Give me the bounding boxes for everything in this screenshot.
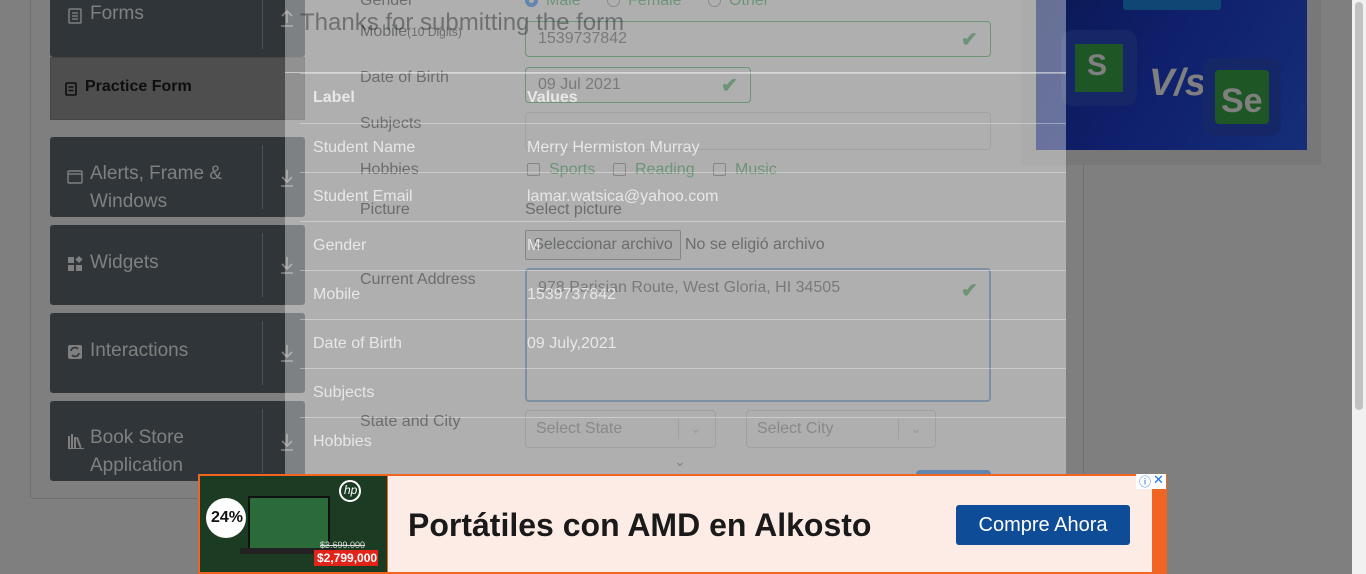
modal-table-header: Label Values xyxy=(300,73,1066,123)
info-icon[interactable]: ⓘ xyxy=(1139,473,1151,490)
banner-headline: Portátiles con AMD en Alkosto xyxy=(408,507,872,543)
laptop-image: 24% hp $3.699.000 $2,799,000 xyxy=(200,476,387,572)
table-row: Date of Birth 09 July,2021 xyxy=(300,319,1066,369)
discount-text: 24% xyxy=(211,509,244,526)
table-row: Student Email lamar.watsica@yahoo.com xyxy=(300,172,1066,222)
close-icon[interactable]: ✕ xyxy=(1153,472,1164,488)
row-value: 1539737842 xyxy=(527,286,616,303)
table-row: Student Name Merry Hermiston Murray xyxy=(300,123,1066,173)
row-label: Date of Birth xyxy=(313,335,402,352)
shop-now-button[interactable]: Compre Ahora xyxy=(956,505,1130,545)
row-label: Subjects xyxy=(313,384,375,401)
discount-badge: 24% xyxy=(206,498,246,538)
old-price: $3.699.000 xyxy=(320,540,366,550)
hp-logo: hp xyxy=(339,480,361,502)
price-tag: $2,799,000 xyxy=(314,550,378,566)
table-row: Mobile 1539737842 xyxy=(300,270,1066,320)
table-row: Hobbies xyxy=(300,417,1066,474)
row-value: lamar.watsica@yahoo.com xyxy=(527,188,719,205)
ad-choices[interactable]: ⓘ ✕ xyxy=(1136,472,1166,490)
table-row: Subjects xyxy=(300,368,1066,418)
new-price: $2,799,000 xyxy=(317,551,378,565)
row-value: 09 July,2021 xyxy=(527,335,617,352)
modal-title: Thanks for submitting the form xyxy=(300,9,625,36)
banner-panel: Portátiles con AMD en Alkosto Compre Aho… xyxy=(388,476,1152,572)
row-value: M xyxy=(527,237,541,254)
laptop-screen xyxy=(248,496,330,552)
row-label: Student Email xyxy=(313,188,413,205)
header-label: Label xyxy=(313,89,355,106)
row-label: Student Name xyxy=(313,139,416,156)
row-value: Merry Hermiston Murray xyxy=(527,139,700,156)
scrollbar-thumb[interactable] xyxy=(1355,2,1363,410)
header-values: Values xyxy=(527,89,578,106)
row-label: Hobbies xyxy=(313,433,372,450)
row-label: Mobile xyxy=(313,286,361,303)
hp-logo-text: hp xyxy=(344,483,358,497)
row-label: Gender xyxy=(313,237,367,254)
banner-ad[interactable]: 24% hp $3.699.000 $2,799,000 Portátiles … xyxy=(198,472,1167,574)
table-row: Gender M xyxy=(300,221,1066,271)
